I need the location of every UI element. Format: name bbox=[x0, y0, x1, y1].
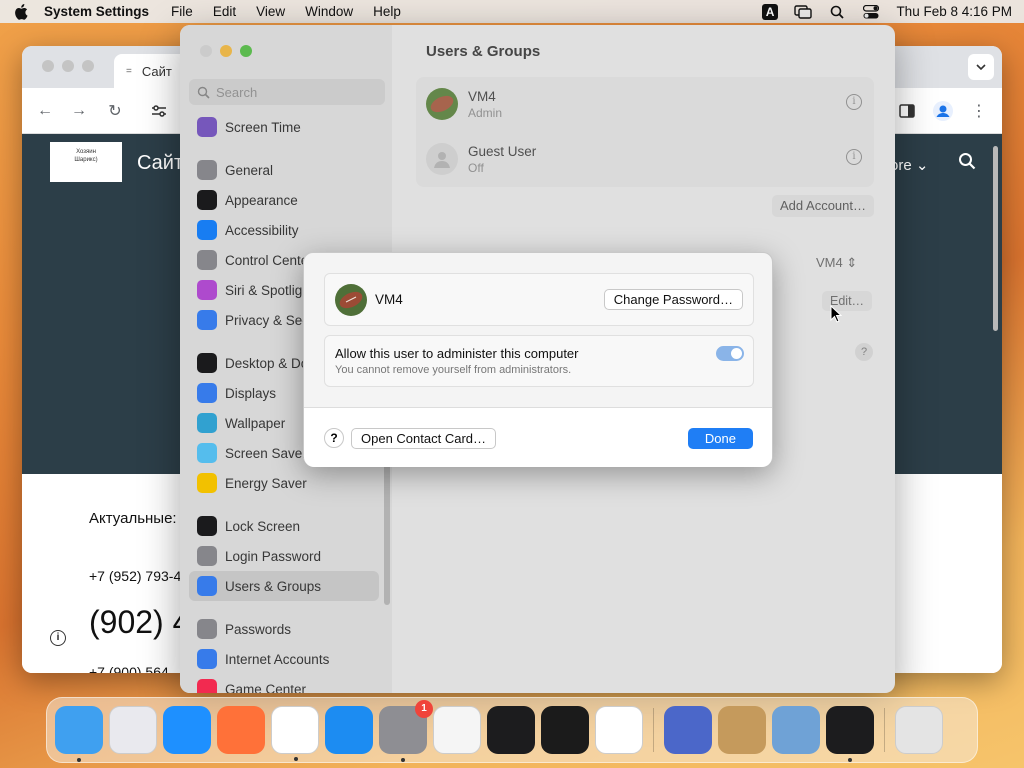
dock-remote-app-icon[interactable] bbox=[664, 706, 712, 754]
tab-title: Сайт bbox=[141, 63, 172, 79]
mouse-cursor-icon bbox=[830, 305, 842, 323]
browser-window-controls bbox=[42, 60, 94, 72]
screen-mirroring-icon[interactable] bbox=[794, 4, 813, 20]
site-settings-icon[interactable] bbox=[148, 100, 170, 122]
dock-launchpad-icon[interactable] bbox=[109, 706, 157, 754]
zoom-icon[interactable] bbox=[82, 60, 94, 72]
dock-safari-icon[interactable] bbox=[163, 706, 211, 754]
chevron-down-icon: ⌄ bbox=[915, 157, 929, 174]
site-logo[interactable]: Хозяин Шарикс) bbox=[50, 142, 122, 182]
dock-contacts-icon[interactable] bbox=[718, 706, 766, 754]
dock-app-store-icon[interactable] bbox=[325, 706, 373, 754]
done-button[interactable]: Done bbox=[687, 428, 753, 449]
dock-trash-icon[interactable] bbox=[895, 706, 943, 754]
phone-number-large[interactable]: (902) 4 bbox=[89, 604, 190, 641]
site-title[interactable]: Сайт bbox=[137, 152, 183, 175]
admin-setting-subtitle: You cannot remove yourself from administ… bbox=[335, 364, 572, 376]
dock-separator bbox=[653, 708, 654, 752]
logo-text-2: Шарикс) bbox=[74, 157, 98, 163]
menu-bar: System Settings File Edit View Window He… bbox=[0, 0, 1024, 23]
dock-vs-code-icon[interactable] bbox=[595, 706, 643, 754]
notification-badge: 1 bbox=[415, 700, 433, 718]
admin-setting-card: Allow this user to administer this compu… bbox=[324, 335, 754, 387]
user-name: VM4 bbox=[375, 292, 403, 307]
spotlight-search-icon[interactable] bbox=[828, 4, 846, 20]
running-indicator bbox=[294, 757, 298, 761]
site-more-link[interactable]: ore ⌄ bbox=[890, 156, 928, 174]
user-card: VM4 Change Password… bbox=[324, 273, 754, 326]
dock-textedit-icon[interactable] bbox=[433, 706, 481, 754]
menu-view[interactable]: View bbox=[256, 4, 285, 19]
info-icon[interactable]: i bbox=[50, 630, 66, 646]
menu-file[interactable]: File bbox=[171, 4, 193, 19]
running-indicator bbox=[401, 758, 405, 762]
menu-window[interactable]: Window bbox=[305, 4, 353, 19]
chevron-down-icon bbox=[976, 64, 986, 70]
help-button[interactable]: ? bbox=[324, 428, 344, 448]
menu-edit[interactable]: Edit bbox=[213, 4, 236, 19]
apple-icon[interactable] bbox=[12, 3, 30, 21]
dock-chrome-icon[interactable] bbox=[271, 706, 319, 761]
input-source-badge[interactable]: A bbox=[761, 3, 779, 20]
dock-firefox-icon[interactable] bbox=[217, 706, 265, 754]
logo-text: Хозяин bbox=[76, 149, 96, 155]
running-indicator bbox=[848, 758, 852, 762]
dock-garageband-icon[interactable] bbox=[541, 706, 589, 754]
menu-clock[interactable]: Thu Feb 8 4:16 PM bbox=[896, 4, 1012, 19]
profile-avatar-icon[interactable] bbox=[932, 100, 954, 122]
dock-terminal-icon[interactable] bbox=[487, 706, 535, 754]
phone-number-2[interactable]: +7 (900) 564 bbox=[89, 664, 169, 673]
running-indicator bbox=[77, 758, 81, 762]
contacts-label: Актуальные: bbox=[89, 510, 177, 527]
side-panel-icon[interactable] bbox=[896, 100, 918, 122]
reload-icon[interactable]: ↻ bbox=[104, 100, 126, 122]
change-password-button[interactable]: Change Password… bbox=[603, 289, 743, 310]
phone-number[interactable]: +7 (952) 793-4 bbox=[89, 568, 181, 584]
dock: 1 bbox=[46, 697, 978, 763]
forward-arrow-icon[interactable]: → bbox=[68, 100, 90, 122]
minimize-icon[interactable] bbox=[62, 60, 74, 72]
back-arrow-icon[interactable]: ← bbox=[34, 100, 56, 122]
menu-help[interactable]: Help bbox=[373, 4, 401, 19]
site-search-icon[interactable] bbox=[958, 152, 976, 175]
sheet-footer: ? Open Contact Card… Done bbox=[304, 407, 772, 467]
tab-search-button[interactable] bbox=[968, 54, 994, 80]
dock-finder-helper-icon[interactable] bbox=[772, 706, 820, 754]
browser-scrollbar[interactable] bbox=[993, 146, 998, 331]
dock-bartender-icon[interactable] bbox=[826, 706, 874, 762]
more-menu-icon[interactable]: ⋮ bbox=[968, 100, 990, 122]
dock-separator bbox=[884, 708, 885, 752]
tab-favicon-icon: = bbox=[126, 65, 132, 77]
dock-finder-icon[interactable] bbox=[55, 706, 103, 762]
control-center-icon[interactable] bbox=[862, 4, 880, 20]
open-contact-card-button[interactable]: Open Contact Card… bbox=[351, 428, 497, 449]
close-icon[interactable] bbox=[42, 60, 54, 72]
football-avatar-icon bbox=[335, 284, 367, 316]
user-details-sheet: VM4 Change Password… Allow this user to … bbox=[303, 252, 773, 467]
menu-app-name[interactable]: System Settings bbox=[44, 4, 149, 19]
dock-system-settings-icon[interactable]: 1 bbox=[379, 700, 433, 762]
admin-toggle[interactable] bbox=[716, 346, 744, 361]
admin-setting-title: Allow this user to administer this compu… bbox=[335, 346, 579, 361]
